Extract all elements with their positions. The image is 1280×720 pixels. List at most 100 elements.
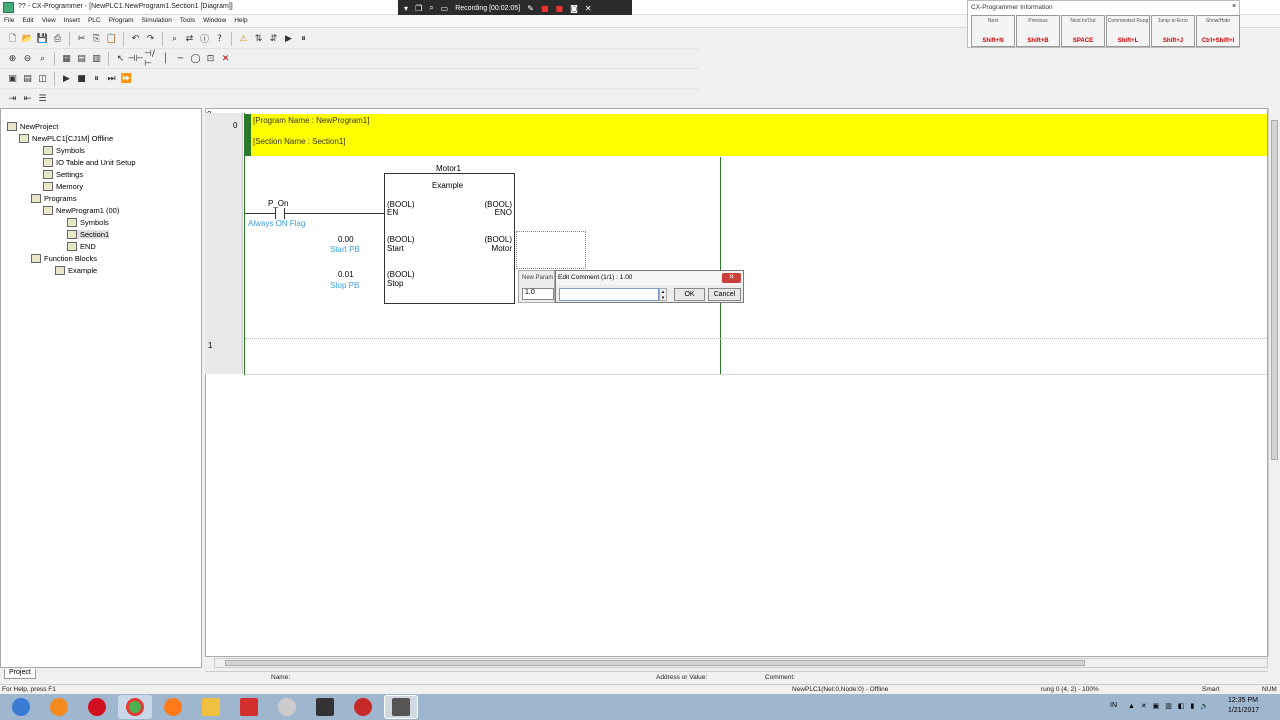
new-param-input[interactable]: 1.0 [522, 288, 554, 300]
restore-icon[interactable]: ❐ [415, 4, 422, 13]
print-icon[interactable]: ⎙ [51, 32, 64, 45]
camera-icon[interactable]: ◙ [570, 4, 578, 13]
select-icon[interactable]: ↖ [114, 52, 127, 65]
step-pause-icon[interactable]: ⏸ [90, 72, 103, 85]
tree-item-project[interactable]: NewProject [7, 122, 58, 131]
run-icon[interactable]: ▶ [282, 32, 295, 45]
new-icon[interactable]: 🗋 [6, 32, 19, 45]
pen-icon[interactable]: ✎ [527, 4, 534, 13]
function-block[interactable]: Example (BOOL) EN (BOOL) Start (BOOL) St… [384, 173, 515, 304]
symbol-icon[interactable]: ▥ [90, 52, 103, 65]
menu-help[interactable]: Help [230, 15, 251, 26]
tree-item-io-table[interactable]: IO Table and Unit Setup [43, 158, 136, 167]
menu-simulation[interactable]: Simulation [138, 15, 176, 26]
redo-icon[interactable]: ↷ [144, 32, 157, 45]
zoom-out-icon[interactable]: ⊖ [21, 52, 34, 65]
input-address[interactable]: 0.01 [338, 270, 354, 279]
indent-icon[interactable]: ⇥ [6, 93, 19, 106]
close-icon[interactable]: ✕ [585, 4, 592, 13]
info-key[interactable]: Jump to Error Shift+J [1151, 15, 1195, 47]
tree-item-program-symbols[interactable]: Symbols [67, 218, 109, 227]
opera-icon[interactable] [80, 695, 114, 719]
dropdown-icon[interactable]: ▾ [404, 4, 408, 13]
tree-item-programs[interactable]: Programs [31, 194, 77, 203]
zoom-icon[interactable]: ⌕ [429, 3, 433, 13]
start-button[interactable] [4, 695, 38, 719]
step-out-icon[interactable]: ⏩ [120, 72, 133, 85]
paste-icon[interactable]: 📋 [105, 32, 118, 45]
info-key[interactable]: Previous Shift+B [1016, 15, 1060, 47]
tab-project[interactable]: Project [4, 669, 36, 679]
coil-icon[interactable]: ◯ [189, 52, 202, 65]
pdf-icon[interactable] [232, 695, 266, 719]
zoom-fit-icon[interactable]: ⌕ [36, 52, 49, 65]
info-key[interactable]: Show/Hide Ctrl+Shift+I [1196, 15, 1240, 47]
chrome-icon[interactable] [118, 695, 152, 719]
comment-icon[interactable]: ▤ [75, 52, 88, 65]
tree-item-plc[interactable]: NewPLC1[CJ1M] Offline [19, 134, 113, 143]
vertical-scrollbar[interactable] [1268, 108, 1280, 657]
disc-icon[interactable] [270, 695, 304, 719]
grid-icon[interactable]: ▦ [60, 52, 73, 65]
cx-programmer-icon[interactable] [384, 695, 418, 719]
info-icon[interactable]: ⓘ [198, 32, 211, 45]
tree-item-symbols[interactable]: Symbols [43, 146, 85, 155]
cut-icon[interactable]: ✂ [75, 32, 88, 45]
step-stop-icon[interactable]: ■ [75, 72, 88, 85]
open-icon[interactable]: 📂 [21, 32, 34, 45]
menu-edit[interactable]: Edit [18, 15, 37, 26]
watch-window-icon[interactable]: ◫ [36, 72, 49, 85]
pause-icon[interactable]: ■ [541, 4, 549, 13]
contact-nc-icon[interactable]: ⊣/⊢ [144, 49, 157, 69]
step-in-icon[interactable]: ⏭ [105, 72, 118, 85]
delete-icon[interactable]: ✕ [219, 52, 232, 65]
app-icon[interactable] [308, 695, 342, 719]
clock-time[interactable]: 12:35 PM [1228, 697, 1258, 704]
project-window-icon[interactable]: ▣ [6, 72, 19, 85]
no-contact[interactable] [275, 208, 285, 219]
info-key[interactable]: Commented Rung Shift+L [1106, 15, 1150, 47]
pause-icon[interactable]: ⏸ [297, 32, 310, 45]
recorder-icon[interactable] [346, 695, 380, 719]
menu-insert[interactable]: Insert [60, 15, 84, 26]
menu-program[interactable]: Program [105, 15, 138, 26]
output-operand-placeholder[interactable] [516, 231, 586, 269]
save-icon[interactable]: 💾 [36, 32, 49, 45]
info-panel-close-icon[interactable]: × [1229, 3, 1239, 13]
menu-window[interactable]: Window [199, 15, 230, 26]
help-icon[interactable]: ? [213, 32, 226, 45]
menu-file[interactable]: File [0, 15, 18, 26]
tree-item-function-blocks[interactable]: Function Blocks [31, 254, 97, 263]
zoom-in-icon[interactable]: ⊕ [6, 52, 19, 65]
stop-icon[interactable]: ■ [556, 4, 564, 13]
horizontal-scrollbar[interactable] [214, 658, 1268, 668]
tree-item-settings[interactable]: Settings [43, 170, 83, 179]
dialog-close-icon[interactable]: ✕ [722, 273, 741, 283]
tree-item-section1[interactable]: Section1 [67, 230, 110, 239]
instruction-icon[interactable]: ⊡ [204, 52, 217, 65]
menu-tools[interactable]: Tools [176, 15, 199, 26]
find-icon[interactable]: ⌕ [168, 32, 181, 45]
language-indicator[interactable]: IN [1110, 702, 1117, 709]
warning-icon[interactable]: ⚠ [237, 32, 250, 45]
tree-item-end[interactable]: END [67, 242, 96, 251]
input-address[interactable]: 0.00 [338, 235, 354, 244]
horizontal-icon[interactable]: ─ [174, 52, 187, 65]
explorer-icon[interactable] [194, 695, 228, 719]
clock-date[interactable]: 1/21/2017 [1228, 707, 1259, 714]
window-icon[interactable]: ▭ [441, 4, 449, 13]
tray-icons[interactable]: ▲ ✕ ▣ ▥ ◧ ▮ 🔊 [1128, 702, 1211, 710]
comment-input[interactable] [559, 288, 659, 301]
media-player-icon[interactable] [42, 695, 76, 719]
tree-item-memory[interactable]: Memory [43, 182, 83, 191]
firefox-icon[interactable] [156, 695, 190, 719]
undo-icon[interactable]: ↶ [129, 32, 142, 45]
transfer-icon[interactable]: ⇵ [267, 32, 280, 45]
outdent-icon[interactable]: ⇤ [21, 93, 34, 106]
info-key[interactable]: Next In/Out SPACE [1061, 15, 1105, 47]
output-window-icon[interactable]: ▤ [21, 72, 34, 85]
online-icon[interactable]: ⇅ [252, 32, 265, 45]
ok-button[interactable]: OK [674, 288, 705, 301]
tree-item-newprogram1[interactable]: NewProgram1 (00) [43, 206, 119, 215]
tree-item-example[interactable]: Example [55, 266, 97, 275]
